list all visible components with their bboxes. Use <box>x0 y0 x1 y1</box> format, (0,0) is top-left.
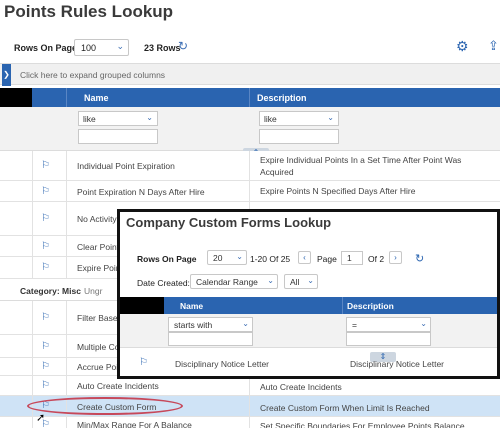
name-filter-operator[interactable]: like ⌄ <box>78 111 158 126</box>
row-name: Individual Point Expiration <box>77 161 175 171</box>
row-description: Auto Create Incidents <box>260 382 342 392</box>
table-row[interactable]: ⚐ Auto Create Incidents Auto Create Inci… <box>0 376 500 396</box>
previous-page-icon[interactable]: ‹ <box>298 251 311 264</box>
table-row[interactable]: ⚐ Min/Max Range For A Balance Set Specif… <box>0 417 500 428</box>
header-select-column <box>120 297 164 314</box>
flag-icon: ⚐ <box>41 186 50 197</box>
chevron-down-icon: ⌄ <box>242 319 249 328</box>
row-name: Disciplinary Notice Letter <box>175 359 270 369</box>
flag-icon: ⚐ <box>41 160 50 171</box>
page-number-input[interactable]: 1 <box>341 251 363 265</box>
row-description: Expire Individual Points In a Set Time A… <box>260 155 462 177</box>
row-name: Point Expiration N Days After Hire <box>77 187 205 197</box>
flag-icon: ⚐ <box>41 341 50 352</box>
all-value: All <box>290 277 300 287</box>
description-filter-operator[interactable]: like ⌄ <box>259 111 339 126</box>
row-name: Multiple Co <box>77 342 120 352</box>
header-description[interactable]: Description <box>249 88 500 107</box>
header-description[interactable]: Description <box>342 297 497 314</box>
flag-icon: ⚐ <box>41 361 50 372</box>
gear-icon[interactable]: ⚙ <box>456 38 469 55</box>
expand-tab-icon[interactable]: ❯ <box>2 64 11 86</box>
flag-icon: ⚐ <box>41 213 50 224</box>
chevron-down-icon: ⌄ <box>116 41 124 51</box>
rows-on-page-label: Rows On Page <box>14 43 78 53</box>
name-filter-operator-value: like <box>83 114 96 124</box>
description-filter-input[interactable] <box>259 129 339 144</box>
record-range: 1-20 Of 25 <box>250 254 291 264</box>
category-label: Category: Misc <box>20 286 81 296</box>
chevron-down-icon: ⌄ <box>236 252 243 261</box>
page-title: Points Rules Lookup <box>4 2 174 21</box>
export-icon[interactable]: ⇪ <box>488 38 499 54</box>
flag-icon: ⚐ <box>41 312 50 323</box>
name-filter-input[interactable] <box>168 332 253 346</box>
grouped-columns-text: Click here to expand grouped columns <box>20 70 166 80</box>
flag-icon: ⚐ <box>139 357 148 368</box>
header-name[interactable]: Name <box>164 297 342 314</box>
date-range-select[interactable]: Calendar Range ⌄ <box>190 274 278 289</box>
name-filter-input[interactable] <box>78 129 158 144</box>
row-name: Accrue Poi <box>77 362 119 372</box>
all-select[interactable]: All ⌄ <box>284 274 318 289</box>
chevron-down-icon: ⌄ <box>146 113 153 122</box>
panel-title: Company Custom Forms Lookup <box>126 215 332 230</box>
description-filter-input[interactable] <box>346 332 431 346</box>
rows-on-page-label: Rows On Page <box>137 254 197 264</box>
row-description: Create Custom Form When Limit Is Reached <box>260 403 430 413</box>
row-count: 23 Rows <box>144 43 181 53</box>
header-name[interactable]: Name <box>66 88 249 107</box>
table-row[interactable]: ⚐ Disciplinary Notice Letter Disciplinar… <box>120 348 497 376</box>
flag-icon: ⚐ <box>41 241 50 252</box>
chevron-down-icon: ⌄ <box>307 276 314 285</box>
flag-icon: ⚐ <box>41 262 50 273</box>
name-filter-operator[interactable]: starts with ⌄ <box>168 317 253 332</box>
next-page-icon[interactable]: › <box>389 251 402 264</box>
row-name: No Activity <box>77 214 117 224</box>
chevron-down-icon: ⌄ <box>267 276 274 285</box>
refresh-icon[interactable]: ↻ <box>415 252 424 265</box>
category-other: Ungr <box>84 286 103 296</box>
description-filter-operator-value: = <box>352 320 357 330</box>
date-created-label: Date Created: <box>137 278 190 288</box>
row-description: Set Specific Boundaries For Employee Poi… <box>260 421 465 428</box>
table-row[interactable]: ⚐ Individual Point Expiration Expire Ind… <box>0 151 500 181</box>
row-name: Min/Max Range For A Balance <box>77 420 192 428</box>
annotation-ellipse <box>27 397 183 415</box>
refresh-icon[interactable]: ↻ <box>178 39 188 53</box>
rows-on-page-select[interactable]: 100 ⌄ <box>74 39 129 56</box>
custom-forms-lookup-panel: Company Custom Forms Lookup Rows On Page… <box>117 209 500 379</box>
row-name: Filter Base <box>77 313 118 323</box>
date-range-value: Calendar Range <box>196 277 258 287</box>
rows-on-page-value: 100 <box>81 43 97 53</box>
row-name: Expire Point <box>77 263 123 273</box>
rows-on-page-value: 20 <box>213 253 223 263</box>
row-name: Clear Point <box>77 242 120 252</box>
page-of: Of 2 <box>368 254 385 264</box>
name-filter-operator-value: starts with <box>174 320 213 330</box>
description-filter-operator[interactable]: = ⌄ <box>346 317 431 332</box>
chevron-down-icon: ⌄ <box>420 319 427 328</box>
chevron-down-icon: ⌄ <box>327 113 334 122</box>
row-name: Auto Create Incidents <box>77 381 159 391</box>
description-filter-operator-value: like <box>264 114 277 124</box>
rows-on-page-select[interactable]: 20 ⌄ <box>207 250 247 265</box>
table-row[interactable]: ⚐ Point Expiration N Days After Hire Exp… <box>0 181 500 202</box>
row-description: Expire Points N Specified Days After Hir… <box>260 186 416 196</box>
mouse-cursor-icon: ➚ <box>36 412 46 424</box>
filter-row: like ⌄ like ⌄ <box>0 107 500 151</box>
filter-row: starts with ⌄ = ⌄ <box>120 314 497 348</box>
row-description: Disciplinary Notice Letter <box>350 359 445 369</box>
toolbar: Rows On Page 100 ⌄ 23 Rows ↻ ⚙ ⇪ <box>14 38 500 58</box>
header-icon-column <box>32 88 66 107</box>
page-label: Page <box>317 254 337 264</box>
grouped-columns-bar[interactable]: ❯ Click here to expand grouped columns <box>0 63 500 86</box>
header-select-column <box>0 88 32 107</box>
flag-icon: ⚐ <box>41 380 50 391</box>
